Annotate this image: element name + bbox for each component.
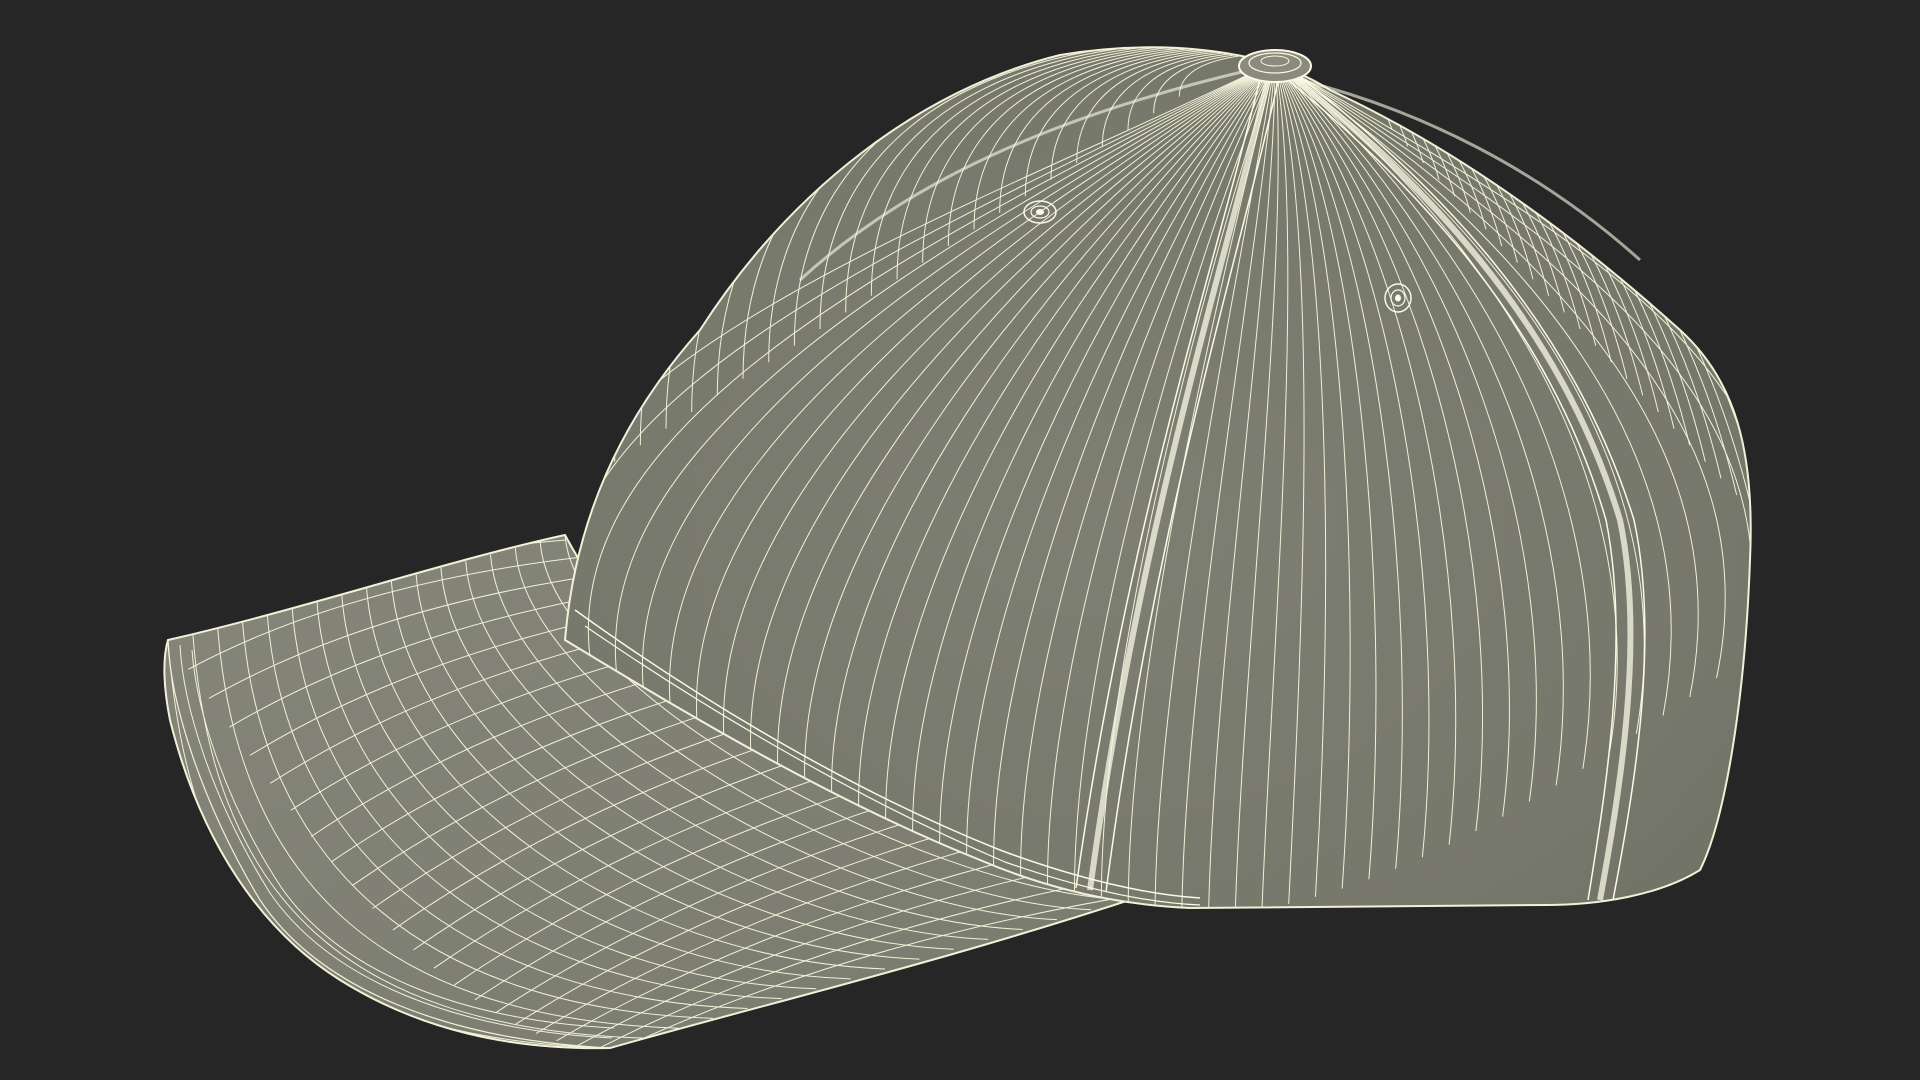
- viewport: [0, 0, 1920, 1080]
- top-button: [1238, 49, 1312, 83]
- cap-render: [163, 46, 1752, 1050]
